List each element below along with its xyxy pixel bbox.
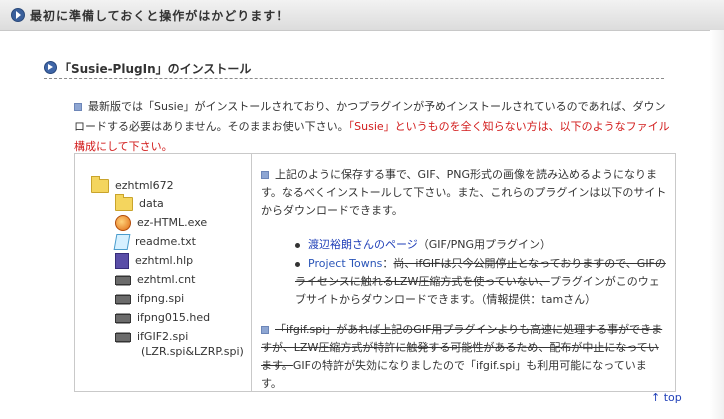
arrow-circle-icon — [11, 8, 25, 22]
folder-icon — [115, 194, 133, 211]
file-tree: ezhtml672 data ez-HTML.exe readme.txt ez… — [75, 154, 252, 391]
text-file-icon — [113, 234, 131, 250]
plugin-info: 上記のように保存する事で、GIF、PNG形式の画像を読み込めるようになります。な… — [261, 154, 667, 391]
plugin-chip-icon — [115, 275, 131, 285]
tree-item: ifpng.spi — [115, 291, 184, 309]
tree-root: ezhtml672 — [91, 176, 174, 196]
back-to-top-link[interactable]: ↑ top — [651, 391, 682, 404]
tree-item-label: ifpng015.hed — [137, 311, 211, 324]
tree-item: ifpng015.hed — [115, 310, 210, 328]
square-bullet-icon — [261, 326, 269, 334]
bullet-dot-icon — [295, 242, 300, 248]
project-towns-link[interactable]: Project Towns — [308, 257, 382, 270]
square-bullet-icon — [74, 103, 82, 111]
info-paragraph: 「ifgif.spi」があれば上記のGIF用プラグインよりも高速に処理する事がで… — [261, 321, 667, 393]
watanabe-page-link[interactable]: 渡辺裕朗さんのページ — [308, 238, 418, 251]
tree-item: data — [115, 194, 164, 214]
banner-title: 最初に準備しておくと操作がはかどります！ — [30, 9, 290, 23]
plugin-chip-icon — [115, 313, 131, 323]
tree-item: ezhtml.hlp — [115, 253, 193, 271]
link2-colon: ： — [382, 257, 394, 270]
list-item: Project Towns：尚、ifGIFは只今公開停止となっておりますので、G… — [295, 255, 667, 309]
tree-item-label: ifpng.spi — [137, 292, 185, 305]
link1-note: （GIF/PNG用プラグイン） — [417, 238, 551, 251]
intro-paragraph: 最新版では「Susie」がインストールされており、かつプラグインが予めインストー… — [74, 97, 674, 157]
bullet-dot-icon — [295, 261, 300, 267]
info-para1: 上記のように保存する事で、GIF、PNG形式の画像を読み込めるようになります。な… — [261, 168, 667, 217]
tree-item-label: ezhtml.cnt — [137, 273, 196, 286]
right-edge-fade — [710, 30, 724, 419]
page-banner: 最初に準備しておくと操作がはかどります！ — [0, 0, 724, 31]
tree-root-label: ezhtml672 — [115, 179, 174, 192]
tree-item-label: ifGIF2.spi — [137, 330, 189, 343]
install-panel: ezhtml672 data ez-HTML.exe readme.txt ez… — [74, 153, 676, 392]
help-file-icon — [115, 253, 129, 269]
section-title: 「Susie-PlugIn」のインストール — [59, 62, 252, 76]
exe-icon — [115, 215, 131, 231]
info-paragraph: 上記のように保存する事で、GIF、PNG形式の画像を読み込めるようになります。な… — [261, 166, 667, 220]
tree-item-label: ezhtml.hlp — [135, 254, 194, 267]
tree-item-label: ez-HTML.exe — [137, 216, 208, 229]
folder-icon — [91, 176, 109, 193]
list-item: 渡辺裕朗さんのページ（GIF/PNG用プラグイン） — [295, 236, 667, 254]
square-bullet-icon — [261, 171, 269, 179]
tree-item-label: readme.txt — [135, 235, 196, 248]
section-heading: 「Susie-PlugIn」のインストール — [44, 60, 664, 79]
plugin-chip-icon — [115, 294, 131, 304]
tree-item-subnote: (LZR.spi&LZRP.spi) — [141, 345, 244, 358]
tree-item-label: data — [139, 197, 164, 210]
tree-item: ezhtml.cnt — [115, 272, 195, 290]
arrow-circle-icon — [44, 61, 57, 74]
info-para2: GIFの特許が失効になりましたので「ifgif.spi」も利用可能になっています… — [261, 359, 647, 390]
plugin-chip-icon — [115, 332, 131, 342]
tree-item: ez-HTML.exe — [115, 215, 207, 233]
tree-item: readme.txt — [113, 234, 196, 252]
